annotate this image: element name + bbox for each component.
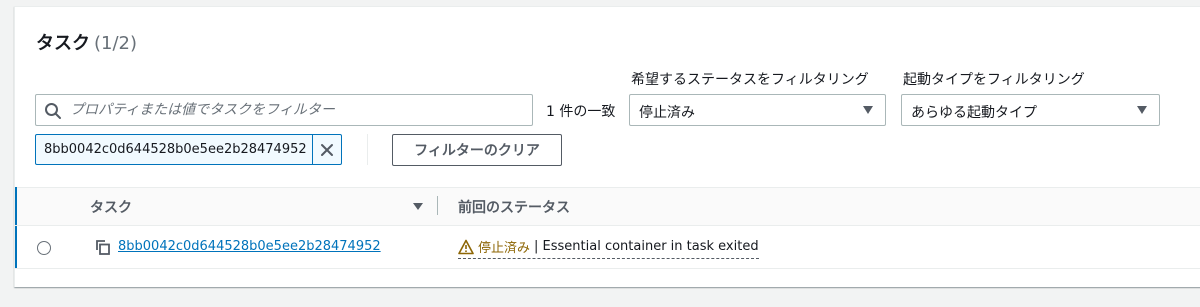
filter-token: 8bb0042c0d644528b0e5ee2b28474952 [35,134,342,165]
status-filter-value: 停止済み [639,105,695,121]
status-detail: | Essential container in task exited [534,239,759,254]
page-title: タスク (1/2) [36,29,137,55]
task-count: (1/2) [94,33,138,54]
column-header-last-status[interactable]: 前回のステータス [458,197,570,217]
search-box[interactable] [35,94,533,126]
status-filter-label: 希望するステータスをフィルタリング [631,72,869,88]
remove-token-button[interactable] [313,135,341,164]
column-header-task[interactable]: タスク [90,197,132,217]
clear-filters-button[interactable]: フィルターのクリア [392,134,562,166]
divider [367,134,368,165]
launch-type-filter-value: あらゆる起動タイプ [911,105,1037,121]
column-divider[interactable] [437,196,438,215]
table-header [15,188,1200,225]
title-text: タスク [36,33,90,54]
status-filter-select[interactable]: 停止済み [629,94,886,126]
row-separator [15,268,1200,269]
close-icon [321,143,333,156]
match-count: 1 件の一致 [546,104,616,120]
tasks-panel: タスク (1/2) 希望するステータスをフィルタリング 起動タイプをフィルタリング… [14,6,1200,287]
task-id-link[interactable]: 8bb0042c0d644528b0e5ee2b28474952 [118,239,381,254]
launch-type-filter-select[interactable]: あらゆる起動タイプ [901,94,1160,126]
launch-type-filter-label: 起動タイプをフィルタリング [903,72,1085,88]
selected-accent [15,187,17,269]
copy-icon[interactable] [93,238,111,256]
filter-token-text: 8bb0042c0d644528b0e5ee2b28474952 [44,142,307,157]
row-separator [15,225,1200,226]
search-input[interactable] [70,95,525,125]
warning-icon [458,239,474,254]
sort-icon[interactable] [413,203,423,210]
status-text: 停止済み [478,241,531,256]
row-select-radio[interactable] [37,241,51,255]
search-icon [45,103,61,119]
status-cell[interactable]: 停止済み | Essential container in task exite… [458,237,759,259]
caret-down-icon [1137,106,1147,114]
caret-down-icon [863,106,873,114]
